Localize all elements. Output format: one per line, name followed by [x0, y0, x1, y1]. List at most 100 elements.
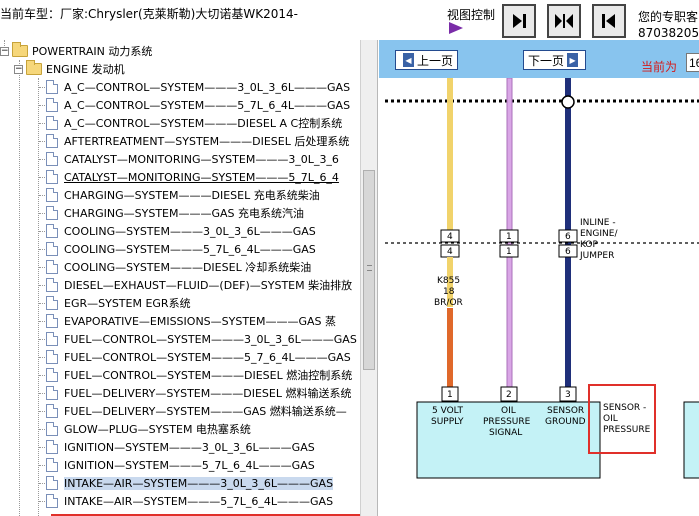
prev-page-label: 上一页 [417, 53, 454, 68]
header: 当前车型：厂家:Chrysler(克莱斯勒)大切诺基WK2014- 视图控制 您… [0, 0, 699, 40]
view-button-left[interactable] [592, 4, 626, 38]
inline-label-2: ENGINE/ [580, 229, 618, 239]
tree-item-label: A_C—CONTROL—SYSTEM———3_0L_3_6L———GAS [64, 80, 351, 94]
document-icon [46, 350, 58, 364]
wire-yellow [447, 78, 453, 238]
vertical-scrollbar[interactable] [360, 40, 377, 516]
document-icon [46, 188, 58, 202]
tree-item[interactable]: CHARGING—SYSTEM———GAS 充电系统汽油 [46, 204, 304, 222]
wire-code-3: BR/OR [434, 298, 463, 308]
diagram-toolbar: ◀ 上一页 下一页 ▶ 当前为 [379, 40, 699, 78]
document-icon [46, 296, 58, 310]
page-number-input[interactable] [686, 53, 699, 72]
tree-item[interactable]: FUEL—CONTROL—SYSTEM———5_7_6_4L———GAS [46, 348, 351, 366]
tree-item-label: IGNITION—SYSTEM———3_0L_3_6L———GAS [64, 440, 315, 454]
pin-number-1: 1 [447, 390, 453, 400]
tree-item-label: FUEL—DELIVERY—SYSTEM———GAS 燃料输送系统— [64, 405, 347, 418]
tree-item[interactable]: GLOW—PLUG—SYSTEM 电热塞系统 [46, 420, 251, 438]
document-icon [46, 116, 58, 130]
tree-item-label: CHARGING—SYSTEM———GAS 充电系统汽油 [64, 207, 305, 220]
arrow-right-icon: ▶ [567, 53, 579, 67]
tree-item[interactable]: EVAPORATIVE—EMISSIONS—SYSTEM———GAS 蒸 [46, 312, 336, 330]
tree-item[interactable]: A_C—CONTROL—SYSTEM———DIESEL A C控制系统 [46, 114, 342, 132]
right-info: 您的专职客 87038205 [638, 9, 699, 41]
document-icon [46, 476, 58, 490]
tree-item[interactable]: FUEL—DELIVERY—SYSTEM———DIESEL 燃料输送系统 [46, 384, 351, 402]
tree-item-label: COOLING—SYSTEM———3_0L_3_6L———GAS [64, 224, 316, 238]
view-button-right[interactable] [502, 4, 536, 38]
pin2-label-1: OIL [501, 406, 516, 416]
inline-label-3: KOP [580, 240, 598, 250]
document-icon [46, 314, 58, 328]
document-icon [46, 170, 58, 184]
collapse-toggle-icon[interactable]: − [14, 64, 23, 74]
tree-item[interactable]: EGR—SYSTEM EGR系统 [46, 294, 191, 312]
tree-node-powertrain[interactable]: − POWERTRAIN 动力系统 [0, 42, 152, 60]
view-control-arrow-icon [449, 22, 463, 34]
tree-item[interactable]: FUEL—CONTROL—SYSTEM———3_0L_3_6L———GAS [46, 330, 357, 348]
tree-item[interactable]: COOLING—SYSTEM———DIESEL 冷却系统柴油 [46, 258, 311, 276]
collapse-icon [555, 14, 573, 28]
pin-number-3: 3 [565, 390, 571, 400]
tree-item[interactable]: CHARGING—SYSTEM———DIESEL 充电系统柴油 [46, 186, 320, 204]
document-icon [46, 260, 58, 274]
skip-left-icon [602, 14, 615, 28]
tree-item[interactable]: CATALYST—MONITORING—SYSTEM———3_0L_3_6 [46, 150, 339, 168]
tree-item[interactable]: CATALYST—MONITORING—SYSTEM———5_7L_6_4 [46, 168, 339, 186]
tree-guide [38, 78, 39, 516]
tree-item[interactable]: A_C—CONTROL—SYSTEM———5_7L_6_4L———GAS [46, 96, 350, 114]
connector-c-top-num: 6 [565, 232, 571, 242]
connector-b-top-num: 1 [506, 232, 512, 242]
tree-item-label: GLOW—PLUG—SYSTEM 电热塞系统 [64, 423, 251, 436]
skip-right-icon [513, 14, 526, 28]
tree-item-label: INTAKE—AIR—SYSTEM———5_7L_6_4L———GAS [64, 494, 334, 508]
tree-item-label: IGNITION—SYSTEM———5_7L_6_4L———GAS [64, 458, 315, 472]
tree-item-label: A_C—CONTROL—SYSTEM———DIESEL A C控制系统 [64, 117, 343, 130]
tree-item[interactable]: INTAKE—AIR—SYSTEM———3_0L_3_6L———GAS [46, 474, 334, 492]
scrollbar-thumb[interactable] [363, 170, 375, 370]
inline-label-1: INLINE - [580, 218, 616, 228]
document-icon [46, 494, 58, 508]
tree-item[interactable]: AFTERTREATMENT—SYSTEM———DIESEL 后处理系统 [46, 132, 349, 150]
prev-page-button[interactable]: ◀ 上一页 [395, 50, 459, 70]
tree-item[interactable]: IGNITION—SYSTEM———3_0L_3_6L———GAS [46, 438, 315, 456]
pin-number-2: 2 [506, 390, 512, 400]
connector-c-bot-num: 6 [565, 247, 571, 257]
tree-panel: − POWERTRAIN 动力系统 − ENGINE 发动机 A_C—CONTR… [0, 40, 378, 516]
tree-item[interactable]: A_C—CONTROL—SYSTEM———3_0L_3_6L———GAS [46, 78, 350, 96]
tree-item-label: CATALYST—MONITORING—SYSTEM———3_0L_3_6 [64, 152, 339, 166]
document-icon [46, 422, 58, 436]
tree-item[interactable]: DIESEL—EXHAUST—FLUID—(DEF)—SYSTEM 柴油排放 [46, 276, 352, 294]
tree-item[interactable]: FUEL—DELIVERY—SYSTEM———GAS 燃料输送系统— [46, 402, 347, 420]
tree-item[interactable]: FUEL—CONTROL—SYSTEM———DIESEL 燃油控制系统 [46, 366, 352, 384]
tree-item[interactable]: COOLING—SYSTEM———5_7L_6_4L———GAS [46, 240, 316, 258]
tree-item-label: CATALYST—MONITORING—SYSTEM———5_7L_6_4 [64, 170, 339, 184]
document-icon [46, 440, 58, 454]
document-icon [46, 98, 58, 112]
tree-item[interactable]: IGNITION—SYSTEM———5_7L_6_4L———GAS [46, 456, 315, 474]
right-info-line2: 87038205 [638, 26, 699, 40]
pin1-label-1: 5 VOLT [432, 406, 463, 416]
tree-item-label: A_C—CONTROL—SYSTEM———5_7L_6_4L———GAS [64, 98, 351, 112]
collapse-toggle-icon[interactable]: − [0, 46, 9, 56]
splice-node [561, 95, 575, 109]
document-icon [46, 458, 58, 472]
pin3-label-1: SENSOR [547, 406, 584, 416]
view-button-center[interactable] [547, 4, 581, 38]
document-icon [46, 368, 58, 382]
tree-item[interactable]: COOLING—SYSTEM———3_0L_3_6L———GAS [46, 222, 316, 240]
tree-item-label: CHARGING—SYSTEM———DIESEL 充电系统柴油 [64, 189, 320, 202]
pin3-label-2: GROUND [545, 417, 586, 427]
tree-item-label: AFTERTREATMENT—SYSTEM———DIESEL 后处理系统 [64, 135, 350, 148]
document-icon [46, 224, 58, 238]
tree-guide [19, 60, 20, 516]
tree-node-engine[interactable]: − ENGINE 发动机 [14, 60, 125, 78]
wire-code-2: 18 [443, 287, 455, 297]
view-control-label: 视图控制 [447, 8, 496, 22]
right-info-line1: 您的专职客 [638, 10, 699, 24]
next-page-button[interactable]: 下一页 ▶ [523, 50, 587, 70]
connector-b-bot-num: 1 [506, 247, 512, 257]
tree-item[interactable]: INTAKE—AIR—SYSTEM———5_7L_6_4L———GAS [46, 492, 333, 510]
tree-item-label: COOLING—SYSTEM———DIESEL 冷却系统柴油 [64, 261, 312, 274]
tree-node-label: ENGINE 发动机 [46, 63, 125, 76]
